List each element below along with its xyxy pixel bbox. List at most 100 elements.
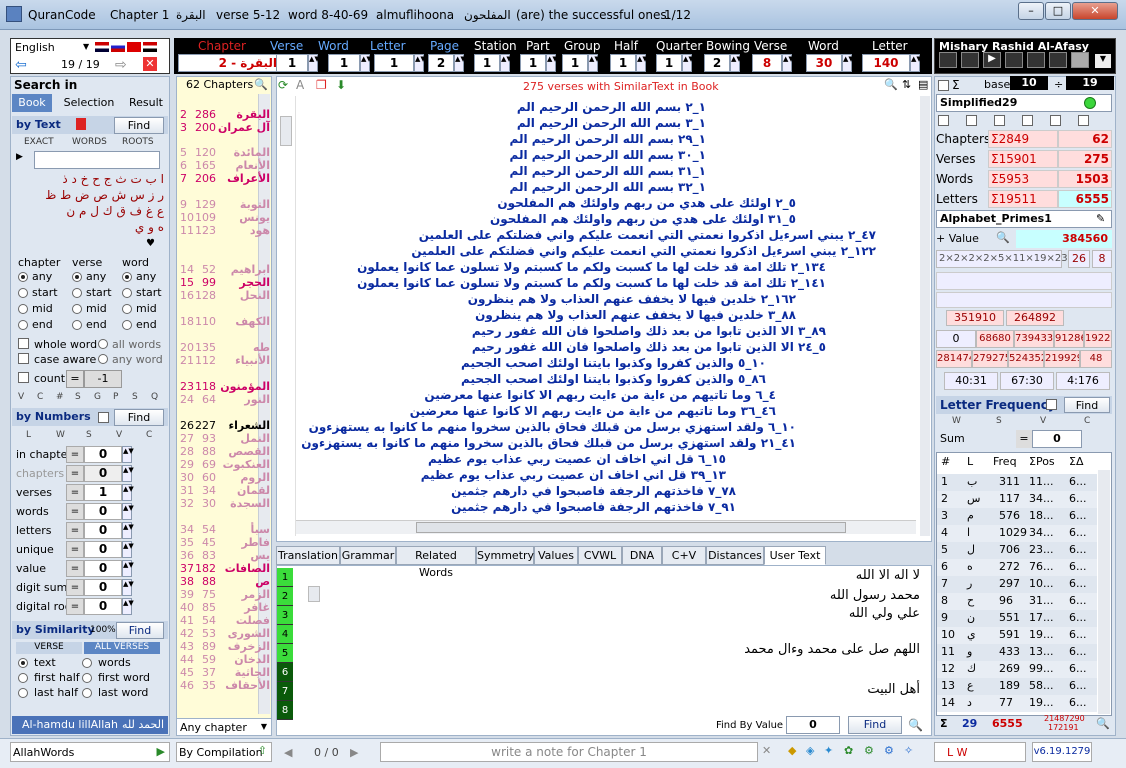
letter-frequency-row[interactable]: 13 ع 189 58... 6... — [937, 678, 1097, 695]
letter-frequency-row[interactable]: 12 ك 269 99... 6... — [937, 661, 1097, 678]
scope-radio-0-3[interactable] — [18, 320, 28, 330]
verse-line[interactable]: ٤_٦ وما تاتيهم من ءاية من ءايت ربهم الا … — [424, 388, 776, 402]
number-row-input-7[interactable]: 0 — [84, 579, 122, 596]
tab-distances[interactable]: Distances — [706, 546, 764, 565]
similarity-radio-0[interactable] — [18, 658, 28, 668]
toolbar-icon-1[interactable]: ◆ — [788, 744, 796, 757]
letter-frequency-row[interactable]: 11 و 433 13... 6... — [937, 644, 1097, 661]
number-row-operator-2[interactable]: = — [66, 484, 84, 501]
scope-radio-2-1[interactable] — [122, 288, 132, 298]
verse-line[interactable]: ٩١_٧ فاخذتهم الرجفة فاصبحوا في دارهم جثم… — [451, 500, 736, 514]
verse-vscrollbar[interactable] — [920, 96, 930, 536]
letter-frequency-find-button[interactable]: Find — [1064, 397, 1110, 413]
verse-line[interactable]: ٨٦_٥ والذين كفروا وكذبوا بايتنا اولئك اص… — [461, 372, 766, 386]
number-row-spinner-1[interactable]: ▲▼ — [122, 465, 134, 482]
repeat-icon[interactable] — [1027, 52, 1045, 68]
nav-word2-input[interactable]: 30 — [806, 54, 842, 72]
count-checkbox[interactable] — [18, 372, 29, 383]
count-input[interactable]: -1 — [84, 370, 122, 388]
back-arrow-icon[interactable]: ⇦ — [15, 57, 27, 73]
compilation-arrow-icon[interactable]: ⇧ — [258, 744, 267, 757]
number-row-spinner-8[interactable]: ▲▼ — [122, 598, 134, 615]
close-window-button[interactable]: ✕ — [1072, 2, 1118, 20]
edit-numerology-icon[interactable]: ✎ — [1096, 212, 1105, 225]
number-col-2[interactable]: S — [86, 430, 92, 440]
scope-radio-0-1[interactable] — [18, 288, 28, 298]
number-row-spinner-6[interactable]: ▲▼ — [122, 560, 134, 577]
nav-verse2-input[interactable]: 8 — [752, 54, 782, 72]
tab-translation[interactable]: Translation — [276, 546, 340, 565]
letters-row-3[interactable]: ع غ ف ق ك ل م ن — [14, 204, 164, 218]
number-row-spinner-0[interactable]: ▲▼ — [122, 446, 134, 463]
uk-flag-icon[interactable] — [95, 42, 109, 52]
mode-words[interactable]: WORDS — [72, 137, 107, 147]
chapter-filter-dropdown[interactable]: Any chapter ▼ — [176, 718, 272, 736]
scope-radio-2-3[interactable] — [122, 320, 132, 330]
tab-grammar[interactable]: Grammar — [340, 546, 396, 565]
nav-word-input[interactable]: 1 — [328, 54, 360, 72]
nav-letter2-spinner[interactable]: ▲▼ — [910, 54, 922, 72]
note-prev-icon[interactable]: ◀ — [284, 746, 292, 759]
tab-result[interactable]: Result — [124, 94, 168, 112]
verse-line[interactable]: ١_٢٩ بسم الله الرحمن الرحيم الم — [510, 132, 706, 146]
allah-words-play-icon[interactable]: ▶ — [157, 745, 165, 758]
verse-line[interactable]: ٨٨_٣ خلدين فيها لا يخفف عنهم العذاب ولا … — [475, 308, 796, 322]
scope-radio-1-0[interactable] — [72, 272, 82, 282]
letter-frequency-row[interactable]: 9 ن 551 17... 6... — [937, 610, 1097, 627]
number-row-operator-6[interactable]: = — [66, 560, 84, 577]
nav-letter2-input[interactable]: 140 — [862, 54, 910, 72]
letter-frequency-row[interactable]: 1 ب 311 11... 6... — [937, 474, 1097, 491]
verse-line[interactable]: ١٦٢_٢ خلدين فيها لا يخفف عنهم العذاب ولا… — [468, 292, 796, 306]
find-similarity-button[interactable]: Find — [116, 622, 164, 639]
scope-col-4[interactable]: G — [94, 392, 101, 402]
scope-col-5[interactable]: P — [113, 392, 118, 402]
nav-part-input[interactable]: 1 — [520, 54, 546, 72]
scope-col-6[interactable]: S — [132, 392, 138, 402]
similarity-radio-2[interactable] — [18, 673, 28, 683]
letters-row-2[interactable]: ر ز س ش ص ض ط ظ — [14, 188, 164, 202]
search-text-input[interactable] — [34, 151, 160, 169]
letter-frequency-row[interactable]: 10 ي 591 19... 6... — [937, 627, 1097, 644]
chapter-search-icon[interactable]: 🔍 — [254, 78, 268, 91]
number-row-spinner-4[interactable]: ▲▼ — [122, 522, 134, 539]
verse-hscrollbar[interactable] — [296, 520, 916, 534]
verse-line[interactable]: ٥_٢٤ الا الذين تابوا من بعد ذلك واصلحوا … — [472, 340, 826, 354]
letters-row-4[interactable]: ه و ي — [14, 220, 164, 234]
nav-quarter-input[interactable]: 1 — [656, 54, 682, 72]
number-row-operator-0[interactable]: = — [66, 446, 84, 463]
nav-word-spinner[interactable]: ▲▼ — [360, 54, 372, 72]
nav-station-spinner[interactable]: ▲▼ — [500, 54, 512, 72]
verse-line[interactable]: ١_٣ بسم الله الرحمن الرحيم الم — [517, 116, 706, 130]
option-checkbox-2[interactable] — [966, 115, 977, 126]
find-by-value-search-icon[interactable]: 🔍 — [908, 718, 923, 732]
nav-quarter-spinner[interactable]: ▲▼ — [682, 54, 694, 72]
tab-user-text[interactable]: User Text — [764, 546, 826, 565]
lf-col-0[interactable]: W — [952, 416, 961, 426]
verse-line[interactable]: ١_٢ بسم الله الرحمن الرحيم الم — [517, 100, 706, 114]
all-words-radio[interactable] — [98, 339, 108, 349]
scope-col-7[interactable]: Q — [151, 392, 158, 402]
sum-operator[interactable]: = — [1016, 430, 1032, 448]
nav-station-input[interactable]: 1 — [474, 54, 500, 72]
letter-frequency-row[interactable]: 14 د 77 19... 6... — [937, 695, 1097, 712]
letter-frequency-row[interactable]: 2 س 117 34... 6... — [937, 491, 1097, 508]
option-checkbox-6[interactable] — [1078, 115, 1089, 126]
tab-related-words[interactable]: Related Words — [396, 546, 476, 579]
whole-word-checkbox[interactable] — [18, 338, 29, 349]
maximize-button[interactable]: □ — [1045, 2, 1071, 20]
verse-line[interactable]: ٤٧_٢ يبني اسرءيل اذكروا نعمتي التي انعمت… — [419, 228, 876, 242]
note-next-icon[interactable]: ▶ — [350, 746, 358, 759]
play-search-icon[interactable]: ▶ — [16, 152, 26, 166]
toolbar-icon-4[interactable]: ✿ — [844, 744, 853, 757]
verse-line[interactable]: ٥_٢ اولئك على هدي من ربهم واولئك هم المف… — [497, 196, 796, 210]
result-search-icon[interactable]: 🔍 — [884, 78, 898, 91]
similarity-percent[interactable]: 100% — [90, 625, 116, 635]
tab-symmetry[interactable]: Symmetry — [476, 546, 534, 565]
any-word-radio[interactable] — [98, 354, 108, 364]
letter-frequency-row[interactable]: 3 م 576 18... 6... — [937, 508, 1097, 525]
numerology-dropdown[interactable]: Alphabet_Primes1 — [936, 210, 1112, 228]
number-row-spinner-7[interactable]: ▲▼ — [122, 579, 134, 596]
nav-group-spinner[interactable]: ▲▼ — [588, 54, 600, 72]
verse-line[interactable]: ٨٩_٣ الا الذين تابوا من بعد ذلك واصلحوا … — [472, 324, 826, 338]
find-numbers-button[interactable]: Find — [114, 409, 164, 426]
